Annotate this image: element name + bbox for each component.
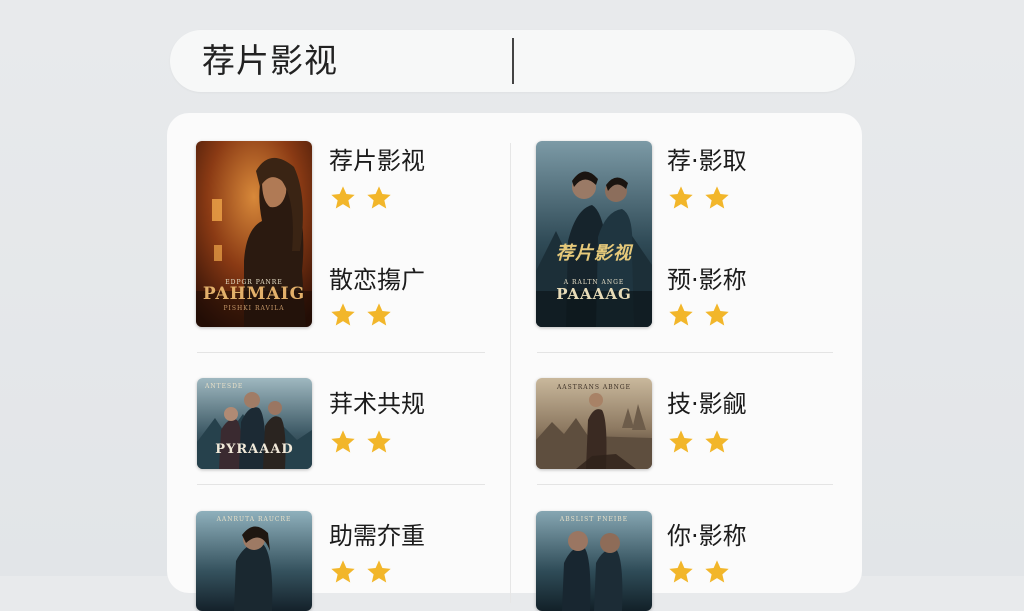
star-icon: [365, 301, 393, 329]
movie-poster[interactable]: AASTRANS ABNGE: [536, 378, 652, 469]
star-icon: [703, 428, 731, 456]
text-caret: [512, 38, 514, 84]
star-icon: [329, 428, 357, 456]
star-icon: [667, 428, 695, 456]
movie-poster[interactable]: 荐片影视 A RALTN ANGE PAAAAG: [536, 141, 652, 327]
star-icon: [703, 558, 731, 586]
movie-title[interactable]: 散恋摥广: [329, 265, 425, 295]
rating-stars: [329, 558, 393, 586]
results-panel: EDPGR PANRE PAHMAIG PISHKI RAVILA 荐片影视 散…: [167, 113, 862, 611]
column-divider: [510, 143, 511, 603]
star-icon: [329, 558, 357, 586]
row-divider: [537, 484, 833, 485]
search-bar[interactable]: 荐片影视: [170, 30, 855, 92]
poster-title: PAHMAIG: [202, 284, 306, 304]
movie-poster[interactable]: ABSLIST FNEIBE: [536, 511, 652, 611]
star-icon: [667, 184, 695, 212]
poster-art: [536, 511, 652, 611]
movie-title[interactable]: 荓术共规: [329, 389, 425, 419]
rating-stars: [329, 184, 393, 212]
poster-credit: ABSLIST FNEIBE: [559, 516, 629, 523]
star-icon: [329, 184, 357, 212]
rating-stars: [667, 301, 731, 329]
movie-title[interactable]: 荐·影取: [667, 146, 747, 176]
star-icon: [365, 558, 393, 586]
poster-overlay-text: 荐片影视: [556, 243, 632, 264]
star-icon: [703, 184, 731, 212]
movie-title[interactable]: 你·影称: [667, 521, 747, 551]
star-icon: [667, 558, 695, 586]
poster-credit: AANRUTA RAUCRE: [216, 516, 292, 523]
rating-stars: [329, 428, 393, 456]
row-divider: [197, 352, 485, 353]
movie-title[interactable]: 技·影觎: [667, 389, 747, 419]
rating-stars: [329, 301, 393, 329]
search-input[interactable]: 荐片影视: [202, 41, 338, 81]
movie-title[interactable]: 助需夰重: [329, 521, 425, 551]
row-divider: [537, 352, 833, 353]
poster-title: PYRAAAD: [215, 442, 294, 457]
poster-title: PAAAAG: [556, 285, 632, 303]
poster-credit: ANTESDE: [205, 383, 244, 390]
movie-title[interactable]: 荐片影视: [329, 146, 425, 176]
star-icon: [329, 301, 357, 329]
star-icon: [365, 428, 393, 456]
movie-title[interactable]: 预·影称: [667, 265, 747, 295]
rating-stars: [667, 558, 731, 586]
rating-stars: [667, 428, 731, 456]
movie-poster[interactable]: AANRUTA RAUCRE: [196, 511, 312, 611]
poster-art: [196, 511, 312, 611]
star-icon: [365, 184, 393, 212]
star-icon: [667, 301, 695, 329]
poster-art: [536, 378, 652, 469]
movie-poster[interactable]: ANTESDE PYRAAAD: [197, 378, 312, 469]
movie-poster[interactable]: EDPGR PANRE PAHMAIG PISHKI RAVILA: [196, 141, 312, 327]
rating-stars: [667, 184, 731, 212]
row-divider: [197, 484, 485, 485]
poster-credit: AASTRANS ABNGE: [556, 384, 632, 391]
poster-subtitle: PISHKI RAVILA: [223, 305, 285, 312]
star-icon: [703, 301, 731, 329]
